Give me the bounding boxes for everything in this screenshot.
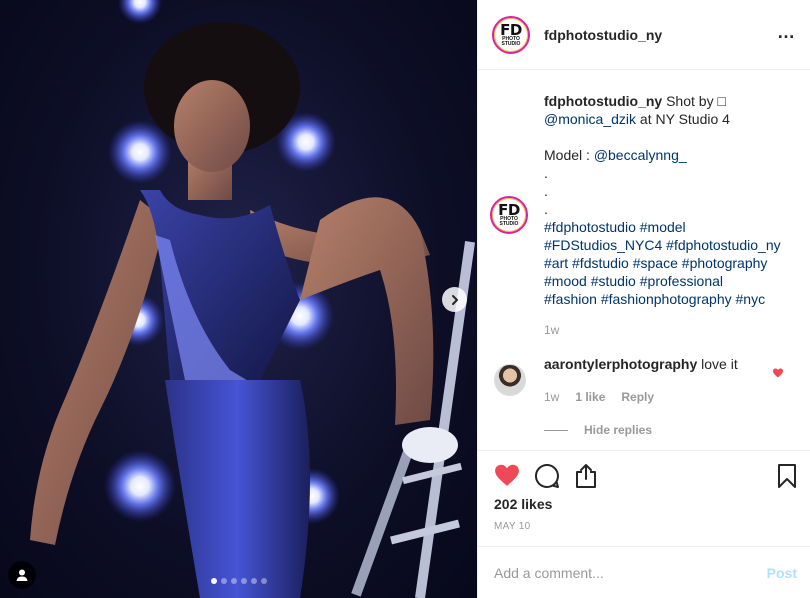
commenter-username[interactable]: aarontylerphotography xyxy=(544,356,697,372)
hashtag-link[interactable]: #fashionphotography xyxy=(601,291,732,307)
hashtag-line: #mood #studio #professional xyxy=(544,272,796,290)
post-caption: fdphotostudio_ny Shot by □ @monica_dzik … xyxy=(544,92,796,339)
mention-link[interactable]: @beccalynng_ xyxy=(594,147,687,163)
caption-dot: . xyxy=(544,183,548,199)
hashtag-link[interactable]: #model xyxy=(640,219,686,235)
comment-likes[interactable]: 1 like xyxy=(575,390,605,404)
comment: aarontylerphotography love it xyxy=(544,356,796,372)
more-options-icon[interactable]: … xyxy=(777,22,796,43)
post-photo[interactable] xyxy=(0,0,477,598)
hashtag-link[interactable]: #FDStudios_NYC4 xyxy=(544,237,662,253)
caption-username[interactable]: fdphotostudio_ny xyxy=(544,93,662,109)
post-actions xyxy=(478,450,810,502)
hashtag-link[interactable]: #mood xyxy=(544,273,587,289)
comment-meta: 1w 1 like Reply xyxy=(544,390,654,404)
hashtag-link[interactable]: #professional xyxy=(640,273,723,289)
carousel-dot xyxy=(240,578,247,584)
comment-timestamp[interactable]: 1w xyxy=(544,390,559,404)
comment-button[interactable] xyxy=(534,463,560,492)
hashtag-link[interactable]: #fdphotostudio_ny xyxy=(666,237,780,253)
post-comment-button[interactable]: Post xyxy=(767,565,797,581)
tagged-users-button[interactable] xyxy=(8,561,36,589)
hashtag-link[interactable]: #studio xyxy=(591,273,636,289)
logo-text: FD xyxy=(500,20,522,39)
save-button[interactable] xyxy=(777,463,797,492)
hashtag-link[interactable]: #fashion xyxy=(544,291,597,307)
divider xyxy=(544,429,568,431)
caption-text: Shot by □ xyxy=(662,93,726,109)
reply-button[interactable]: Reply xyxy=(621,390,654,404)
caption-avatar[interactable]: FD PHOTO STUDIO xyxy=(490,196,528,234)
post-username[interactable]: fdphotostudio_ny xyxy=(544,27,662,43)
carousel-dot xyxy=(210,578,217,584)
comment-text: love it xyxy=(697,356,738,372)
hashtag-link[interactable]: #art xyxy=(544,255,568,271)
hashtag-line: #art #fdstudio #space #photography xyxy=(544,254,796,272)
heart-filled-icon xyxy=(495,464,519,486)
comment-input[interactable] xyxy=(494,564,767,581)
carousel-dot xyxy=(220,578,227,584)
hashtag-link[interactable]: #fdstudio xyxy=(572,255,629,271)
add-comment-bar: Post xyxy=(478,546,810,598)
caption-line-2: @monica_dzik at NY Studio 4 xyxy=(544,110,796,128)
caption-dot: . xyxy=(544,165,548,181)
commenter-avatar[interactable] xyxy=(494,364,526,396)
photo-scene xyxy=(30,0,476,598)
caption-timestamp[interactable]: 1w xyxy=(544,323,559,337)
caption-text: at NY Studio 4 xyxy=(636,111,730,127)
caption-dot: . xyxy=(544,201,548,217)
likes-count[interactable]: 202 likes xyxy=(494,496,552,512)
share-icon xyxy=(576,464,596,488)
logo-subtext-2: STUDIO xyxy=(501,40,521,47)
carousel-dot xyxy=(250,578,257,584)
hashtag-line: #FDStudios_NYC4 #fdphotostudio_ny xyxy=(544,236,796,254)
post-date[interactable]: MAY 10 xyxy=(494,521,530,532)
hashtag-line: #fdphotostudio #model xyxy=(544,218,796,236)
share-button[interactable] xyxy=(574,463,598,492)
post-header: FD PHOTO STUDIO fdphotostudio_ny … xyxy=(478,0,810,70)
comment-like-button[interactable] xyxy=(772,366,784,382)
hide-replies-label: Hide replies xyxy=(584,423,653,437)
hashtag-link[interactable]: #space xyxy=(633,255,678,271)
caption-line-1: fdphotostudio_ny Shot by □ xyxy=(544,92,796,110)
hashtag-link[interactable]: #nyc xyxy=(736,291,766,307)
logo-subtext-2: STUDIO xyxy=(499,221,519,227)
carousel-dot xyxy=(260,578,267,584)
bookmark-icon xyxy=(778,464,796,488)
carousel-dot xyxy=(230,578,237,584)
hide-replies-button[interactable]: Hide replies xyxy=(544,423,652,437)
heart-filled-icon xyxy=(773,368,783,378)
logo-text: FD xyxy=(498,201,520,219)
profile-avatar[interactable]: FD PHOTO STUDIO xyxy=(492,15,530,54)
next-photo-button[interactable] xyxy=(442,287,467,312)
carousel-indicator xyxy=(0,578,477,584)
post-side-panel: FD PHOTO STUDIO fdphotostudio_ny … FD PH… xyxy=(477,0,810,598)
chevron-right-icon xyxy=(451,294,458,305)
hashtag-link[interactable]: #fdphotostudio xyxy=(544,219,636,235)
like-button[interactable] xyxy=(494,463,520,490)
caption-line-model: Model : @beccalynng_ xyxy=(544,146,796,164)
comment-bubble-icon xyxy=(535,463,559,488)
hashtag-line: #fashion #fashionphotography #nyc xyxy=(544,290,796,308)
mention-link[interactable]: @monica_dzik xyxy=(544,111,636,127)
caption-text: Model : xyxy=(544,147,594,163)
hashtag-link[interactable]: #photography xyxy=(682,255,768,271)
